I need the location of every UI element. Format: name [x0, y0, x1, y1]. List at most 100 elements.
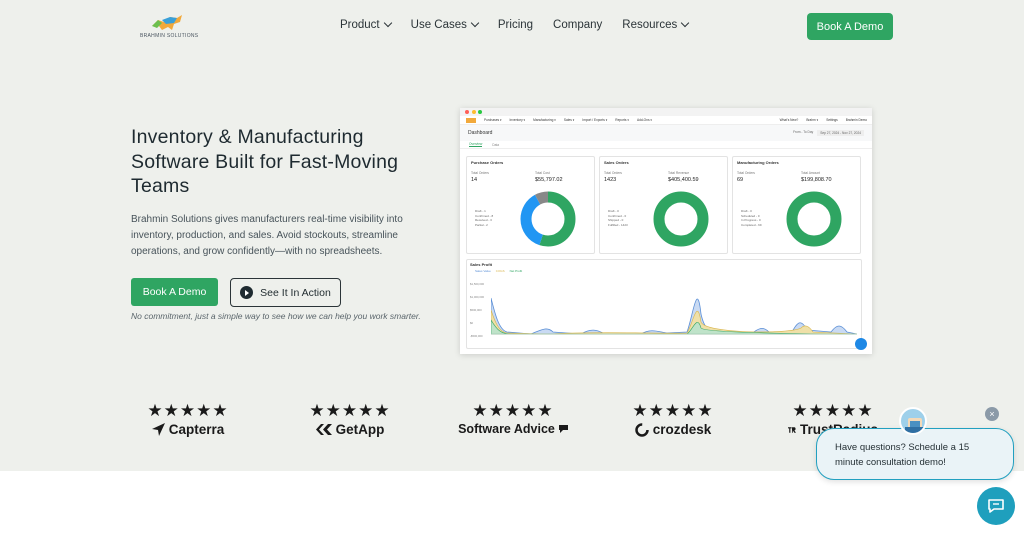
donut-chart [653, 191, 709, 247]
donut-chart [786, 191, 842, 247]
nav-resources-label: Resources [622, 19, 678, 31]
card-amount: $405,400.59 [668, 177, 699, 183]
nav-product[interactable]: Product [340, 18, 392, 31]
dashboard-nav-item: Inventory ▾ [509, 118, 526, 122]
card-title: Manufacturing Orders [737, 160, 779, 165]
legend-item: COGS [495, 269, 505, 273]
legend-item: Partial - 2 [475, 222, 488, 227]
dashboard-logo-icon [466, 117, 476, 123]
nav-pricing[interactable]: Pricing [498, 19, 533, 31]
card-count: 14 [471, 177, 478, 183]
review-brand-label: Software Advice [458, 422, 555, 436]
hero-book-demo-button[interactable]: Book A Demo [131, 278, 218, 306]
sales-orders-card: Sales Orders Total Orders 1423 Total Rev… [599, 156, 728, 254]
profit-chart-title: Sales Profit [470, 262, 493, 267]
dashboard-preview: Purchases ▾ Inventory ▾ Manufacturing ▾ … [460, 108, 872, 354]
nav-resources[interactable]: Resources [622, 18, 690, 31]
window-minimize-dot [471, 110, 476, 114]
review-brand: Software Advice [458, 422, 568, 436]
dashboard-nav-right-item: Brahmin Demo [845, 118, 867, 122]
window-maximize-dot [478, 110, 482, 114]
rating-stars: ★★★★★ [147, 401, 229, 420]
card-amount-label: Total Amount [801, 171, 821, 175]
review-brand: crozdesk [628, 422, 718, 437]
date-filter: From - To Day Sep 27, 2024 - Nov 27, 202… [793, 130, 864, 136]
review-brand-label: crozdesk [652, 422, 712, 437]
card-count-label: Total Orders [471, 171, 489, 175]
y-tick: $1,000,000 [470, 295, 484, 299]
legend-item: Completed - 69 [741, 222, 762, 227]
review-brand-label: GetApp [335, 422, 385, 437]
profit-y-axis: $1,500,000 $1,000,000 $500,000 $0 -$500,… [470, 278, 484, 343]
bull-logo-icon [152, 15, 182, 30]
dashboard-nav-item: Purchases ▾ [484, 118, 502, 122]
hero-title: Inventory & Manufacturing Software Built… [131, 126, 399, 197]
card-legend: Draft - 1 Confirmed - 8 Received - 3 Par… [475, 209, 493, 227]
review-software-advice[interactable]: ★★★★★ Software Advice [458, 402, 568, 436]
see-it-in-action-button[interactable]: See It In Action [230, 278, 341, 307]
dashboard-nav-item: Manufacturing ▾ [533, 118, 556, 122]
see-it-in-action-label: See It In Action [260, 286, 331, 299]
y-tick: $0 [470, 321, 474, 325]
dashboard-nav-right-item: Settings [826, 118, 838, 122]
dashboard-nav-right-item: What's New? [779, 118, 799, 122]
review-capterra[interactable]: ★★★★★ Capterra [143, 402, 233, 437]
review-brand-label: Capterra [168, 422, 225, 437]
chevron-down-icon [470, 18, 480, 28]
card-count-label: Total Orders [737, 171, 755, 175]
dashboard-nav: Purchases ▾ Inventory ▾ Manufacturing ▾ … [460, 116, 872, 125]
sales-profit-chart: Sales Profit Sales Value COGS Net Profit… [466, 259, 862, 349]
brand-logo[interactable]: BRAHMIN SOLUTIONS [140, 14, 198, 40]
crozdesk-c-icon [634, 422, 649, 437]
manufacturing-orders-card: Manufacturing Orders Total Orders 69 Tot… [732, 156, 861, 254]
chat-close-button[interactable]: × [985, 407, 999, 421]
dashboard-nav-item: Sales ▾ [563, 118, 575, 122]
nav-company[interactable]: Company [553, 19, 602, 31]
nav-use-cases[interactable]: Use Cases [410, 18, 480, 31]
legend-item: In Progress - 0 [741, 218, 761, 222]
rating-stars: ★★★★★ [792, 402, 874, 420]
legend-item: Sales Value [475, 269, 491, 273]
card-count: 1423 [604, 177, 617, 183]
review-getapp[interactable]: ★★★★★ GetApp [305, 402, 395, 437]
play-icon [240, 286, 254, 299]
donut-chart [520, 191, 576, 247]
dashboard-nav-item: Import / Exports ▾ [582, 118, 608, 122]
chat-prompt-bubble[interactable]: Have questions? Schedule a 15 minute con… [816, 428, 1014, 480]
legend-item: Received - 3 [475, 218, 492, 222]
rating-stars: ★★★★★ [309, 401, 391, 420]
card-count: 69 [737, 177, 744, 183]
legend-item: Fulfilled - 1423 [608, 222, 628, 227]
y-tick: $500,000 [470, 308, 482, 312]
chat-launcher-button[interactable] [977, 487, 1015, 525]
dashboard-nav-item: Reports ▾ [615, 118, 629, 122]
y-tick: $1,500,000 [470, 282, 484, 286]
dashboard-nav-right-item: Brahm ▾ [806, 118, 819, 122]
review-crozdesk[interactable]: ★★★★★ crozdesk [628, 402, 718, 437]
nav-product-label: Product [340, 19, 380, 31]
chat-bubble-icon [988, 499, 1004, 513]
chevron-down-icon [383, 18, 392, 28]
legend-item: Net Profit [509, 269, 523, 273]
profit-legend: Sales Value COGS Net Profit [475, 269, 522, 273]
review-brand: Capterra [143, 422, 233, 437]
purchase-orders-card: Purchase Orders Total Orders 14 Total Co… [466, 156, 595, 254]
nav-pricing-label: Pricing [497, 19, 534, 31]
rating-stars: ★★★★★ [472, 401, 554, 420]
nav-use-cases-label: Use Cases [410, 19, 467, 31]
hero-description: Brahmin Solutions gives manufacturers re… [131, 214, 403, 257]
window-close-dot [465, 110, 469, 114]
capterra-arrow-icon [151, 423, 165, 436]
donut-segment [653, 191, 709, 247]
card-legend: Draft - 0 Scheduled - 0 In Progress - 0 … [741, 209, 762, 227]
dashboard-chat-icon [855, 338, 867, 350]
card-amount: $55,797.02 [535, 177, 563, 183]
hero-note: No commitment, just a simple way to see … [131, 311, 421, 321]
date-filter-range: Sep 27, 2024 - Nov 27, 2024 [817, 130, 864, 136]
dashboard-tab: Data [492, 142, 500, 147]
header-book-demo-button[interactable]: Book A Demo [807, 13, 893, 40]
dashboard-tabs: Overview Data [460, 141, 872, 149]
card-legend: Draft - 0 Confirmed - 0 Shipped - 0 Fulf… [608, 209, 628, 227]
dashboard-nav-item: Add-Ons ▾ [636, 118, 653, 122]
card-count-label: Total Orders [604, 171, 622, 175]
